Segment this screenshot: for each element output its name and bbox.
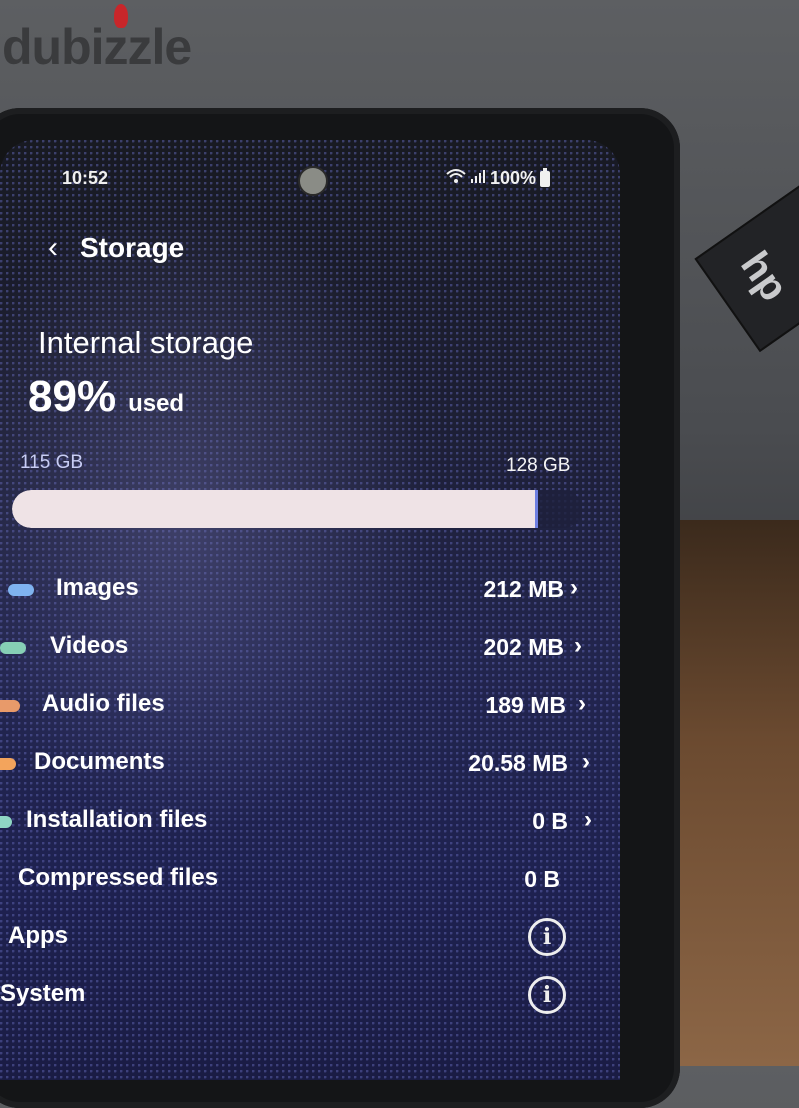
category-list: Images 212 MB › Videos 202 MB › Audio files 189… (0, 570, 620, 1034)
category-label: Compressed files (18, 864, 219, 891)
storage-progress-fill (12, 490, 538, 528)
status-icons: 100% (446, 167, 550, 189)
category-row-installation-files[interactable]: Installation files 0 B › (0, 802, 620, 860)
category-color-dot (8, 584, 34, 596)
chevron-left-icon[interactable]: ‹ (48, 233, 58, 263)
signal-icon (470, 168, 486, 189)
category-label: Videos (50, 632, 129, 659)
header: ‹ Storage (48, 232, 184, 264)
battery-icon (540, 167, 550, 187)
category-label: Documents (34, 748, 165, 775)
chevron-right-icon[interactable]: › (582, 748, 590, 776)
category-label: Images (56, 574, 139, 601)
category-row-audio-files[interactable]: Audio files 189 MB › (0, 686, 620, 744)
category-row-apps[interactable]: Apps i (0, 918, 620, 976)
category-color-dot (0, 816, 12, 828)
front-camera (298, 166, 328, 196)
used-percent: 89% (28, 372, 117, 421)
usage-summary: 89% used (28, 372, 184, 422)
chevron-right-icon[interactable]: › (570, 574, 578, 602)
category-label: Apps (8, 922, 68, 949)
info-icon[interactable]: i (528, 918, 566, 956)
status-time: 10:52 (62, 168, 109, 188)
dubizzle-watermark: dubizzle (2, 4, 192, 76)
used-amount: 115 GB (20, 452, 84, 473)
category-color-dot (0, 758, 16, 770)
category-label: Audio files (42, 690, 165, 717)
category-color-dot (0, 700, 20, 712)
status-bar: 10:52 100% (62, 166, 550, 196)
category-size: 202 MB (483, 634, 564, 660)
category-row-documents[interactable]: Documents 20.58 MB › (0, 744, 620, 802)
phone-screen: 10:52 100% ‹ Storage Internal storage 89… (0, 140, 620, 1080)
laptop-badge-logo: hp (732, 243, 797, 310)
category-row-images[interactable]: Images 212 MB › (0, 570, 620, 628)
category-size: 212 MB (483, 576, 564, 602)
category-label: System (0, 980, 86, 1007)
battery-percent: 100% (489, 168, 536, 188)
flame-icon (114, 4, 128, 28)
category-row-system[interactable]: System i (0, 976, 620, 1034)
wifi-icon (446, 168, 466, 189)
category-size: 0 B (524, 866, 560, 892)
watermark-text: dubizzle (2, 19, 192, 75)
page-title: Storage (80, 232, 185, 263)
category-size: 0 B (532, 808, 568, 834)
info-icon[interactable]: i (528, 976, 566, 1014)
phone-case: 10:52 100% ‹ Storage Internal storage 89… (0, 108, 680, 1108)
storage-progress-bar (12, 490, 582, 528)
chevron-right-icon[interactable]: › (578, 690, 586, 718)
category-row-videos[interactable]: Videos 202 MB › (0, 628, 620, 686)
laptop-badge: hp (694, 181, 799, 353)
category-color-dot (0, 642, 26, 654)
category-size: 189 MB (485, 692, 566, 718)
category-label: Installation files (26, 806, 208, 833)
chevron-right-icon[interactable]: › (584, 806, 592, 834)
category-row-compressed-files[interactable]: Compressed files 0 B (0, 860, 620, 918)
internal-storage-label: Internal storage (38, 325, 254, 360)
category-size: 20.58 MB (468, 750, 568, 776)
chevron-right-icon[interactable]: › (574, 632, 582, 660)
used-word: used (128, 390, 185, 417)
total-amount: 128 GB (506, 455, 571, 476)
